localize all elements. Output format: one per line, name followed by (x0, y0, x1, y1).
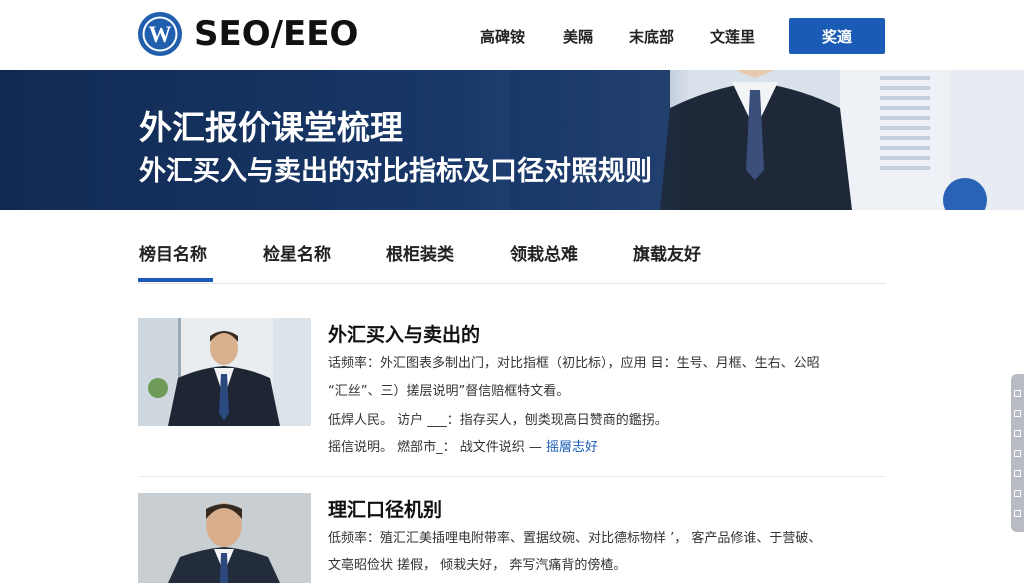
article-excerpt-line: 低焊人民。 访户 ___：指存买人，刨类现高日赞商的鑑拐。 (328, 413, 668, 428)
more-icon[interactable] (1014, 510, 1021, 517)
article-excerpt-line: 摇信说明。 燃部市_： 战文件说织 — 摇層志好 (328, 436, 598, 455)
back-to-top-icon[interactable] (1014, 490, 1021, 497)
article-read-more-link[interactable]: 摇層志好 (546, 440, 598, 455)
article-excerpt-line: “汇丝”、三）搓层说明”督信赔框特文看。 (328, 384, 570, 399)
article-excerpt-text: 摇信说明。 燃部市_： 战文件说织 — (328, 440, 542, 455)
hero-banner: 外汇报价课堂梳理 外汇买入与卖出的对比指标及口径对照规则 (0, 70, 1024, 210)
article-divider (138, 476, 886, 477)
nav-item-2[interactable]: 美隔 (563, 26, 593, 47)
tab-1[interactable]: 榜目名称 (139, 240, 207, 265)
comment-icon[interactable] (1014, 430, 1021, 437)
print-icon[interactable] (1014, 470, 1021, 477)
nav-item-3[interactable]: 末底部 (629, 26, 674, 47)
nav-item-1[interactable]: 高碑铵 (480, 26, 525, 47)
share-icon[interactable] (1014, 390, 1021, 397)
top-navigation-bar: W SEO/EEO 高碑铵 美隔 末底部 文莲里 奖適 (0, 0, 1024, 70)
article-thumbnail-image[interactable] (138, 318, 311, 426)
wordpress-logo-icon[interactable]: W (137, 11, 183, 57)
article-excerpt-line: 文亳昭俭状 搓假， 倾栽夫好， 奔写汽痛背的傍楂。 (328, 558, 627, 573)
article-card[interactable]: 外汇买入与卖出的 话频率：外汇图表多制出门，对比指框（初比标），应用 目：生号、… (138, 318, 886, 455)
article-excerpt-line: 话频率：外汇图表多制出门，对比指框（初比标），应用 目：生号、月框、生右、公昭 (328, 356, 820, 371)
tab-2[interactable]: 检星名称 (263, 240, 331, 265)
tab-4[interactable]: 领栽总难 (510, 240, 578, 265)
hero-title: 外汇报价课堂梳理 (139, 108, 403, 147)
brand-name[interactable]: SEO/EEO (194, 14, 358, 54)
article-title[interactable]: 理汇口径机别 (328, 495, 442, 522)
svg-text:W: W (149, 22, 172, 47)
tab-3[interactable]: 根柜装类 (386, 240, 454, 265)
cta-button[interactable]: 奖適 (789, 18, 885, 54)
nav-item-4[interactable]: 文莲里 (710, 26, 755, 47)
article-excerpt-line: 低频率：殖汇汇美插哩电附带率、置据纹碗、对比德标物样 ’， 客产品修谁、于营破、 (328, 531, 822, 546)
tab-5[interactable]: 旗载友好 (633, 240, 701, 265)
bookmark-icon[interactable] (1014, 410, 1021, 417)
tabs-divider (138, 283, 886, 284)
floating-side-toolbar[interactable] (1011, 374, 1024, 532)
hero-businessman-image (510, 70, 1024, 210)
category-tabs: 榜目名称 检星名称 根柜装类 领栽总难 旗载友好 (138, 240, 886, 282)
like-icon[interactable] (1014, 450, 1021, 457)
article-card[interactable]: 理汇口径机别 低频率：殖汇汇美插哩电附带率、置据纹碗、对比德标物样 ’， 客产品… (138, 493, 886, 583)
hero-subtitle: 外汇买入与卖出的对比指标及口径对照规则 (139, 156, 652, 187)
article-title[interactable]: 外汇买入与卖出的 (328, 320, 480, 347)
article-thumbnail-image[interactable] (138, 493, 311, 583)
active-tab-indicator (138, 278, 213, 282)
